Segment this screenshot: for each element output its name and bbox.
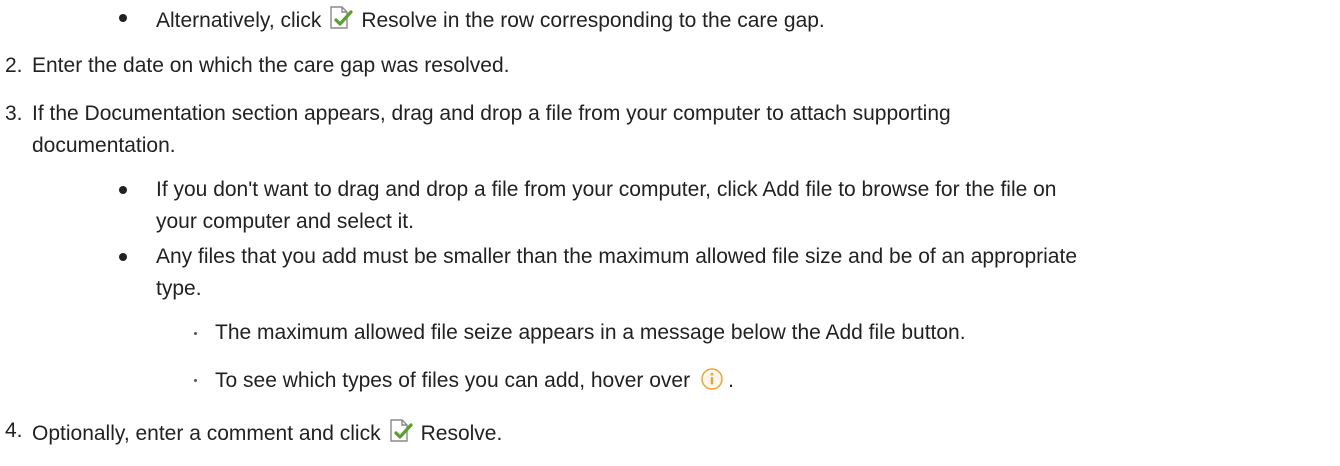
bullet-text: Alternatively, click Resolve in the row … (156, 5, 825, 34)
sub-bullet-text: The maximum allowed file seize appears i… (215, 321, 966, 344)
bullet-marker (119, 186, 127, 194)
sub-bullet-text: To see which types of files you can add,… (215, 367, 734, 394)
bullet-text-line1: Any files that you add must be smaller t… (156, 245, 1077, 268)
resolve-icon (327, 5, 353, 31)
bullet-text-before: Alternatively, click (156, 9, 322, 32)
step-text: Enter the date on which the care gap was… (32, 54, 510, 77)
step-text-line1: If the Documentation section appears, dr… (32, 102, 951, 125)
bullet-text-line2: your computer and select it. (156, 210, 414, 233)
step-number: 4. (5, 419, 23, 442)
step-text-after: Resolve. (420, 422, 503, 445)
resolve-icon (387, 418, 413, 444)
bullet-text-line2: type. (156, 277, 202, 300)
bullet-marker (119, 14, 127, 22)
step-text-before: Optionally, enter a comment and click (32, 422, 381, 445)
bullet-text-line1: If you don't want to drag and drop a fil… (156, 178, 1057, 201)
sub-bullet-marker (194, 379, 197, 382)
sub-bullet-text-after: . (728, 369, 734, 392)
sub-bullet-text-before: To see which types of files you can add,… (215, 369, 691, 392)
step-text: Optionally, enter a comment and click Re… (32, 418, 502, 447)
bullet-text-after: Resolve in the row corresponding to the … (361, 9, 825, 32)
sub-bullet-marker (194, 332, 197, 335)
bullet-marker (119, 253, 127, 261)
info-icon (700, 367, 724, 391)
step-number: 2. (5, 54, 23, 77)
step-text-line2: documentation. (32, 134, 176, 157)
step-number: 3. (5, 102, 23, 125)
